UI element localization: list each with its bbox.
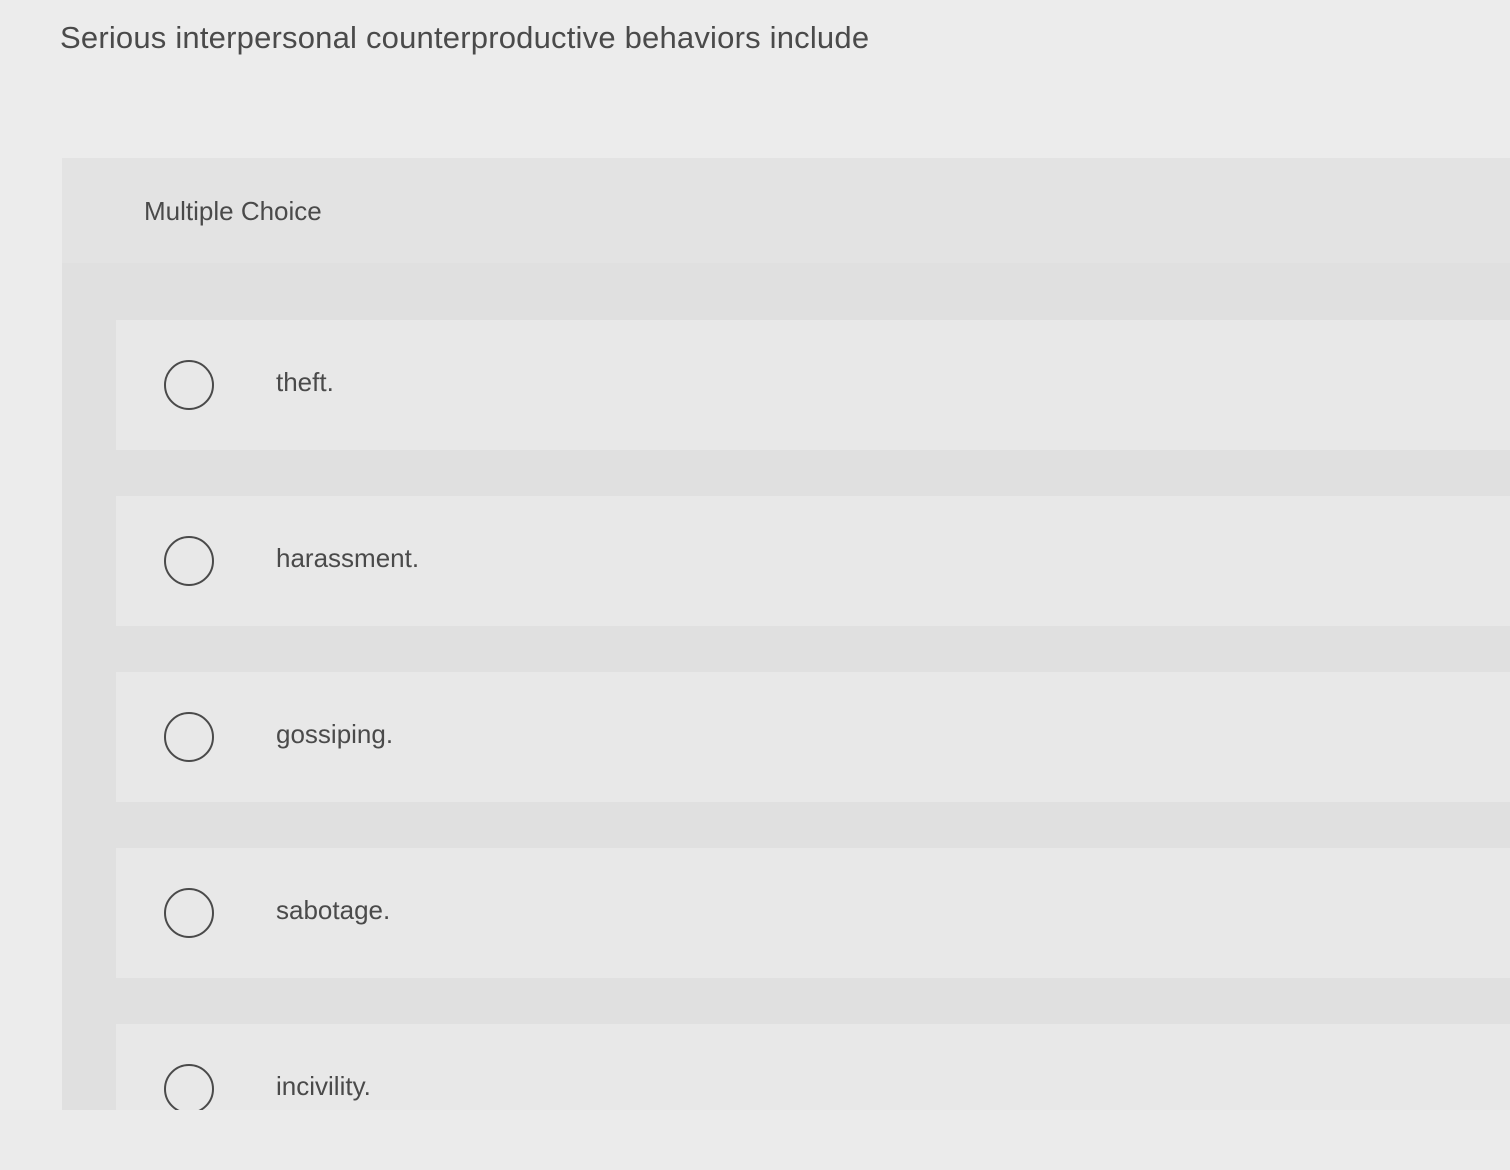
- panel-title: Multiple Choice: [144, 196, 322, 226]
- panel-header: Multiple Choice: [62, 158, 1510, 263]
- page-footer-area: [0, 1110, 1510, 1170]
- question-text: Serious interpersonal counterproductive …: [60, 20, 870, 55]
- option-label: incivility.: [276, 1071, 371, 1101]
- option-label: gossiping.: [276, 719, 394, 749]
- multiple-choice-panel: Multiple Choice theft. harassment. gossi…: [62, 158, 1510, 1114]
- radio-button[interactable]: [164, 360, 214, 410]
- radio-button[interactable]: [164, 712, 214, 762]
- option-label: sabotage.: [276, 895, 391, 925]
- option-gossiping[interactable]: gossiping.: [116, 672, 1510, 802]
- option-label: harassment.: [276, 543, 420, 573]
- option-harassment[interactable]: harassment.: [116, 496, 1510, 626]
- radio-button[interactable]: [164, 888, 214, 938]
- radio-button[interactable]: [164, 1064, 214, 1114]
- option-sabotage[interactable]: sabotage.: [116, 848, 1510, 978]
- radio-button[interactable]: [164, 536, 214, 586]
- option-theft[interactable]: theft.: [116, 320, 1510, 450]
- option-incivility[interactable]: incivility.: [116, 1024, 1510, 1114]
- option-label: theft.: [276, 367, 334, 397]
